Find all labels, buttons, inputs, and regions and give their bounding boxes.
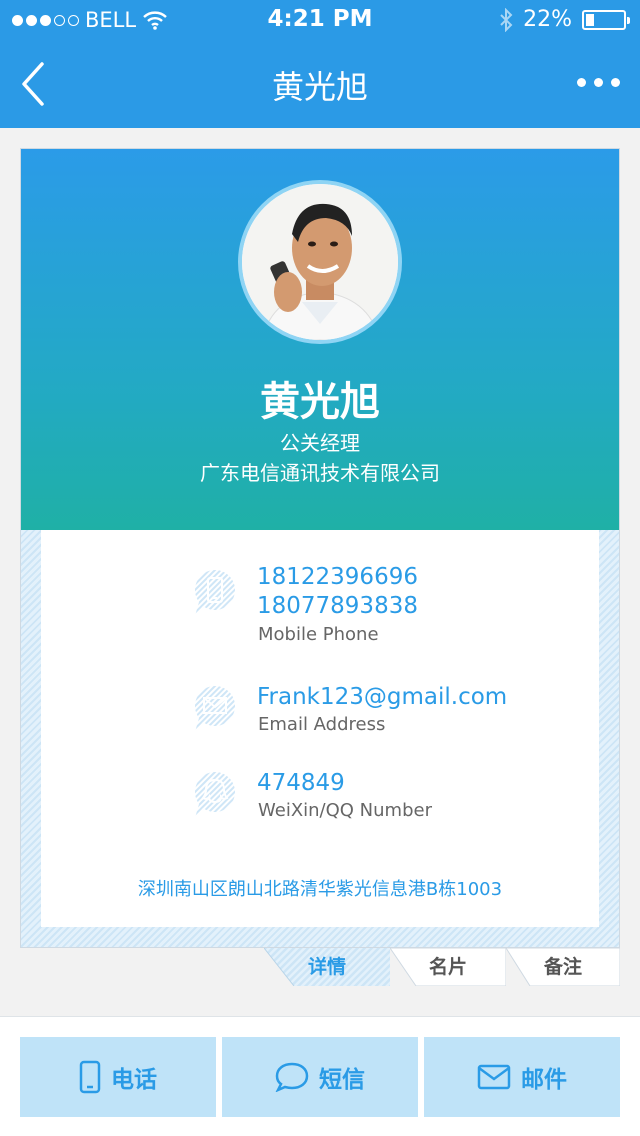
mail-button-label: 邮件 <box>521 1067 567 1093</box>
status-right: 22% <box>499 7 630 32</box>
tab-namecard-label: 名片 <box>428 956 467 978</box>
weixin-label: WeiXin/QQ Number <box>258 800 432 821</box>
weixin-row: 474849 WeiXin/QQ Number <box>173 766 513 826</box>
tab-notes[interactable]: 备注 <box>506 948 620 986</box>
page-title: 黄光旭 <box>271 68 368 106</box>
phone-number-2[interactable]: 18077893838 <box>257 593 418 619</box>
contact-company: 广东电信通讯技术有限公司 <box>200 461 440 485</box>
top-bar: BELL 4:21 PM 22% 黄光旭 <box>0 0 640 128</box>
tab-detail-label: 详情 <box>307 956 346 978</box>
card-details: 18122396696 18077893838 Mobile Phone Fra… <box>41 530 599 927</box>
email-address[interactable]: Frank123@gmail.com <box>257 684 507 710</box>
call-button-label: 电话 <box>111 1067 157 1093</box>
battery-percent: 22% <box>523 7 572 32</box>
sms-button-label: 短信 <box>319 1067 365 1093</box>
contact-address[interactable]: 深圳南山区朗山北路清华紫光信息港B栋1003 <box>41 875 599 901</box>
qq-icon <box>195 772 235 818</box>
bluetooth-icon <box>500 7 513 32</box>
phone-row: 18122396696 18077893838 Mobile Phone <box>173 564 513 654</box>
mobile-phone-icon <box>79 1060 101 1094</box>
action-bar: 电话 短信 邮件 <box>0 1016 640 1136</box>
mobile-phone-icon <box>195 570 235 616</box>
tab-notes-label: 备注 <box>543 956 582 978</box>
chat-bubble-icon <box>275 1062 309 1092</box>
contact-position: 公关经理 <box>280 431 360 455</box>
avatar <box>238 180 402 344</box>
tab-namecard[interactable]: 名片 <box>390 948 506 986</box>
status-bar: BELL 4:21 PM 22% <box>0 0 640 40</box>
navigation-bar: 黄光旭 <box>0 40 640 128</box>
sms-button[interactable]: 短信 <box>222 1037 418 1117</box>
tab-detail[interactable]: 详情 <box>264 948 390 986</box>
mail-button[interactable]: 邮件 <box>424 1037 620 1117</box>
envelope-icon <box>477 1064 511 1090</box>
email-label: Email Address <box>258 714 386 735</box>
battery-icon <box>582 9 630 30</box>
phone-number-1[interactable]: 18122396696 <box>257 564 418 590</box>
card-header: 黄光旭 公关经理 广东电信通讯技术有限公司 <box>21 149 619 530</box>
weixin-number[interactable]: 474849 <box>257 770 345 796</box>
contact-card: 黄光旭 公关经理 广东电信通讯技术有限公司 18122396696 180778… <box>20 148 620 948</box>
contact-name: 黄光旭 <box>260 379 380 425</box>
email-icon <box>195 686 235 732</box>
call-button[interactable]: 电话 <box>20 1037 216 1117</box>
phone-label: Mobile Phone <box>258 624 379 645</box>
email-row: Frank123@gmail.com Email Address <box>173 680 533 740</box>
more-icon[interactable] <box>577 78 620 87</box>
